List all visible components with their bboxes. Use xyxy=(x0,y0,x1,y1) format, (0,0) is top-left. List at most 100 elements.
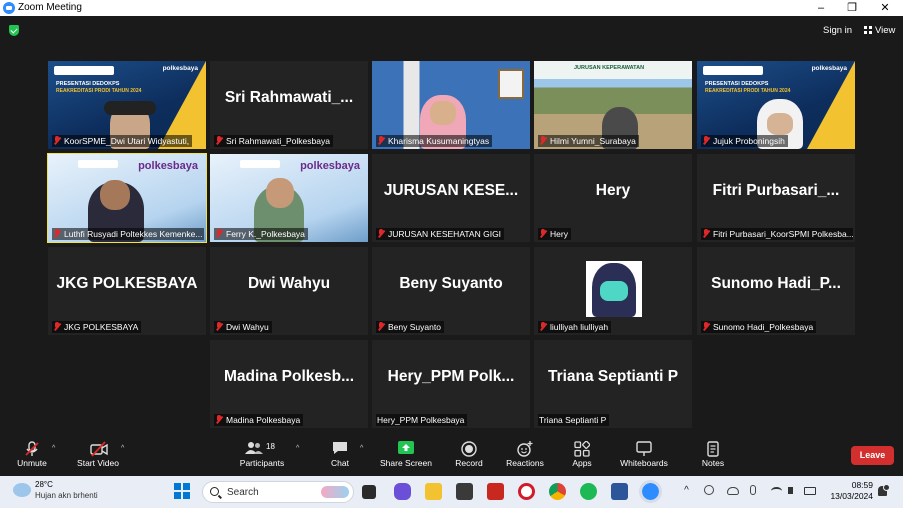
participants-button[interactable]: 18 Participants xyxy=(236,441,288,468)
notes-button[interactable]: Notes xyxy=(698,441,728,468)
task-view-icon[interactable] xyxy=(362,485,376,499)
restore-button[interactable]: ❐ xyxy=(837,0,867,16)
clock-time: 08:59 xyxy=(851,480,873,490)
view-button[interactable]: View xyxy=(864,25,895,36)
whiteboards-label: Whiteboards xyxy=(620,458,668,468)
participant-display-name: Sunomo Hadi_P... xyxy=(711,275,841,292)
participant-name: Sunomo Hadi_Polkesbaya xyxy=(713,322,814,332)
chat-chevron-icon[interactable]: ^ xyxy=(360,445,363,452)
taskbar-clock[interactable]: 08:59 13/03/2024 xyxy=(827,480,873,502)
participant-face-image xyxy=(266,178,294,208)
leave-button[interactable]: Leave xyxy=(851,446,894,465)
acrobat-icon[interactable] xyxy=(487,483,504,500)
participant-display-name: Dwi Wahyu xyxy=(247,275,331,292)
security-shield-icon[interactable] xyxy=(9,25,19,36)
participant-name: Beny Suyanto xyxy=(388,322,441,332)
video-options-chevron-icon[interactable]: ^ xyxy=(121,445,124,452)
spotify-icon[interactable] xyxy=(580,483,597,500)
participant-face-image xyxy=(767,113,793,135)
participant-tile[interactable]: polkesbaya Luthfi Rusyadi Poltekkes Kemen… xyxy=(47,153,207,243)
participant-name-label: Ferry K._Polkesbaya xyxy=(214,228,308,240)
participant-tile[interactable]: JURUSAN KESE... JURUSAN KESEHATAN GIGI xyxy=(372,154,530,242)
slide-accent-shape xyxy=(807,61,855,149)
participant-name-label: JKG POLKESBAYA xyxy=(52,321,142,333)
participant-name: Jujuk Proboningsih xyxy=(713,136,785,146)
whiteboards-button[interactable]: Whiteboards xyxy=(616,441,672,468)
wall-portrait-image xyxy=(498,69,524,99)
weather-temperature: 28°C xyxy=(35,480,53,489)
wifi-icon[interactable] xyxy=(771,487,782,495)
participant-display-name: Triana Septianti P xyxy=(547,368,679,385)
meeting-toolbar: Unmute ^ Start Video ^ 18 Participants ^… xyxy=(0,436,903,476)
participants-chevron-icon[interactable]: ^ xyxy=(296,445,299,452)
share-screen-button[interactable]: Share Screen xyxy=(378,441,434,468)
zoom-taskbar-icon[interactable] xyxy=(639,480,662,503)
participant-tile[interactable]: Kharisma Kusumaningtyas xyxy=(372,61,530,149)
slide-title: PRESENTASI DEDOKPS xyxy=(705,81,769,87)
participant-name: Ferry K._Polkesbaya xyxy=(226,229,305,239)
microphone-tray-icon[interactable] xyxy=(750,485,756,495)
participant-tile[interactable]: Triana Septianti P Triana Septianti P xyxy=(534,340,692,428)
muted-mic-icon xyxy=(215,136,223,145)
participant-name: JKG POLKESBAYA xyxy=(64,322,139,332)
notes-icon xyxy=(705,441,721,457)
unmute-button[interactable]: Unmute xyxy=(14,441,50,468)
slide-title: PRESENTASI DEDOKPS xyxy=(56,81,120,87)
participant-display-name: Fitri Purbasari_... xyxy=(712,182,840,199)
participant-tile[interactable]: polkesbaya Ferry K._Polkesbaya xyxy=(210,154,368,242)
participant-name: Madina Polkesbaya xyxy=(226,415,301,425)
muted-mic-icon xyxy=(539,322,547,331)
word-icon[interactable] xyxy=(611,483,628,500)
muted-mic-icon xyxy=(53,136,61,145)
cloud-tray-icon[interactable] xyxy=(727,487,739,495)
participant-tile[interactable]: Beny Suyanto Beny Suyanto xyxy=(372,247,530,335)
participant-tile[interactable]: Hery_PPM Polk... Hery_PPM Polkesbaya xyxy=(372,340,530,428)
tray-overflow-chevron-icon[interactable]: ^ xyxy=(681,485,692,496)
opera-browser-icon[interactable] xyxy=(518,483,535,500)
meet-chat-icon[interactable] xyxy=(394,483,411,500)
muted-mic-icon xyxy=(215,415,223,424)
notification-bell-icon[interactable] xyxy=(878,484,890,496)
participant-name: Dwi Wahyu xyxy=(226,322,269,332)
close-button[interactable]: ✕ xyxy=(870,0,900,16)
participant-tile[interactable]: Sri Rahmawati_... Sri Rahmawati_Polkesbay… xyxy=(210,61,368,149)
speaker-volume-icon[interactable] xyxy=(788,487,793,494)
institution-logos-image xyxy=(54,66,114,75)
minimize-button[interactable]: – xyxy=(806,0,836,16)
participant-tile[interactable]: polkesbaya PRESENTASI DEDOKPS REAKREDITASI… xyxy=(697,61,855,149)
institution-logos-image xyxy=(78,160,118,168)
apps-button[interactable]: Apps xyxy=(568,440,596,468)
file-explorer-icon[interactable] xyxy=(425,483,442,500)
reactions-button[interactable]: Reactions xyxy=(503,441,547,468)
view-label: View xyxy=(875,25,896,36)
slide-subtitle: REAKREDITASI PRODI TAHUN 2024 xyxy=(705,88,791,94)
muted-mic-icon xyxy=(215,322,223,331)
participant-name-label: Kharisma Kusumaningtyas xyxy=(376,135,493,147)
chrome-browser-icon[interactable] xyxy=(549,483,566,500)
participant-tile[interactable]: Sunomo Hadi_P... Sunomo Hadi_Polkesbaya xyxy=(697,247,855,335)
window-title-bar: Zoom Meeting – ❐ ✕ xyxy=(0,0,903,16)
participant-tile[interactable]: Fitri Purbasari_... Fitri Purbasari_KoorS… xyxy=(697,154,855,242)
audio-options-chevron-icon[interactable]: ^ xyxy=(52,445,55,452)
participant-tile[interactable]: liulliyah liulliyah xyxy=(534,247,692,335)
record-button[interactable]: Record xyxy=(451,441,487,468)
clock-date: 13/03/2024 xyxy=(830,491,873,501)
participant-tile[interactable]: Hery Hery xyxy=(534,154,692,242)
taskbar-search-box[interactable]: Search xyxy=(202,481,354,503)
muted-mic-icon xyxy=(539,229,547,238)
battery-icon[interactable] xyxy=(804,487,816,495)
participant-display-name: JURUSAN KESE... xyxy=(383,182,519,199)
participant-tile[interactable]: Dwi Wahyu Dwi Wahyu xyxy=(210,247,368,335)
sign-in-link[interactable]: Sign in xyxy=(823,25,852,36)
participant-tile[interactable]: JURUSAN KEPERAWATAN Hilmi Yumni_Surabaya xyxy=(534,61,692,149)
sync-tray-icon[interactable] xyxy=(704,485,714,495)
participant-name-label: Triana Septianti P xyxy=(538,414,610,426)
camera-app-icon[interactable] xyxy=(456,483,473,500)
start-video-button[interactable]: Start Video xyxy=(74,441,122,468)
chat-button[interactable]: Chat xyxy=(324,441,356,468)
participant-tile[interactable]: JKG POLKESBAYA JKG POLKESBAYA xyxy=(48,247,206,335)
windows-start-icon[interactable] xyxy=(174,483,190,499)
participant-tile[interactable]: polkesbaya PRESENTASI DEDOKPS REAKREDITASI… xyxy=(48,61,206,149)
participant-tile[interactable]: Madina Polkesb... Madina Polkesbaya xyxy=(210,340,368,428)
participant-name-label: Hery_PPM Polkesbaya xyxy=(376,414,468,426)
